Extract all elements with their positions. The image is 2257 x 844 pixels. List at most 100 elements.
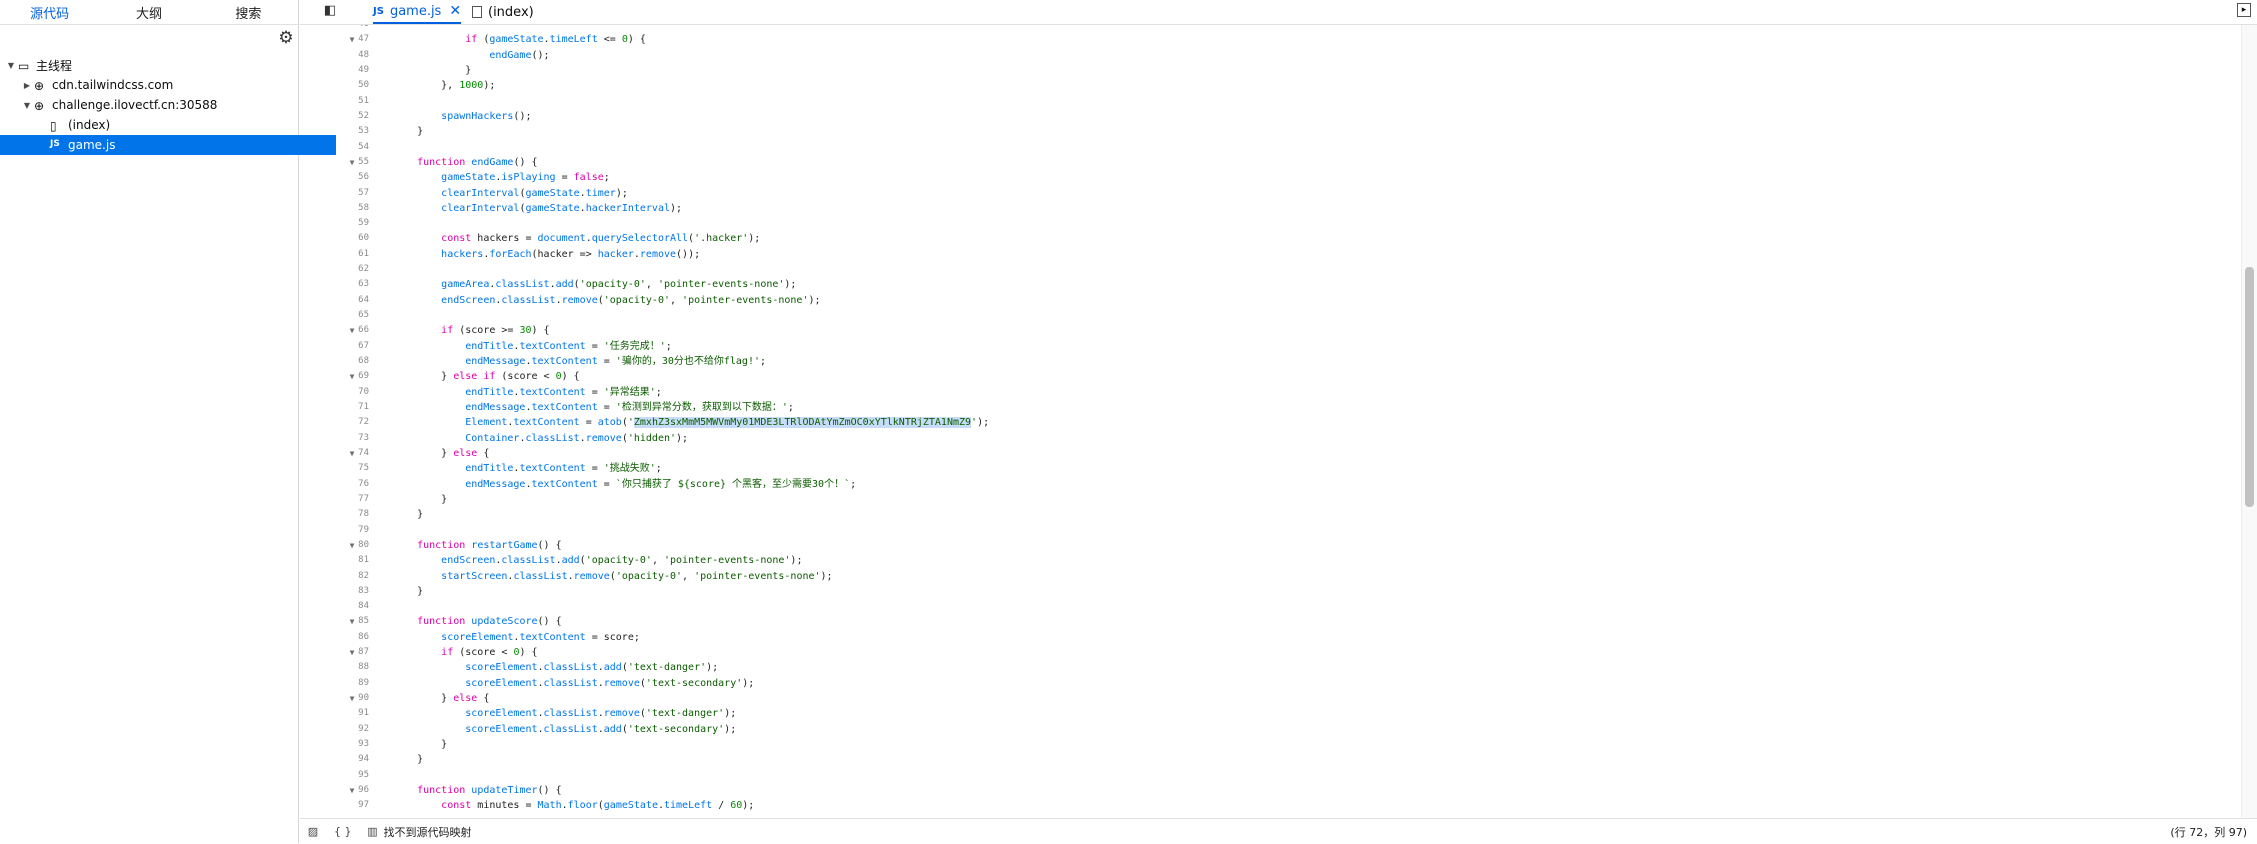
line-number[interactable]: 50 bbox=[300, 78, 369, 93]
fold-chevron-icon[interactable]: ▼ bbox=[347, 538, 357, 553]
line-number[interactable]: 82 bbox=[300, 569, 369, 584]
line-number[interactable]: 86 bbox=[300, 630, 369, 645]
line-number[interactable]: 89 bbox=[300, 676, 369, 691]
code-line[interactable]: 72 Element.textContent = atob('ZmxhZ3sxM… bbox=[300, 415, 2230, 430]
line-number[interactable]: 48 bbox=[300, 48, 369, 63]
line-number[interactable]: 57 bbox=[300, 186, 369, 201]
code-line[interactable]: 92 scoreElement.classList.add('text-seco… bbox=[300, 722, 2230, 737]
code-line[interactable]: 75 endTitle.textContent = '挑战失败'; bbox=[300, 461, 2230, 476]
code-line[interactable]: 66 ▼ if (score >= 30) { bbox=[300, 323, 2230, 338]
fold-chevron-icon[interactable]: ▼ bbox=[347, 691, 357, 706]
pretty-print-toggle-icon[interactable]: ▨ bbox=[306, 825, 320, 838]
code-line[interactable]: 49 } bbox=[300, 63, 2230, 78]
code-line[interactable]: 51 bbox=[300, 94, 2230, 109]
code-line[interactable]: 56 gameState.isPlaying = false; bbox=[300, 170, 2230, 185]
tree-item[interactable]: ▼ ▭ 主线程 bbox=[0, 55, 304, 75]
line-number[interactable]: 67 bbox=[300, 339, 369, 354]
code-line[interactable]: 58 clearInterval(gameState.hackerInterva… bbox=[300, 201, 2230, 216]
line-number[interactable]: 61 bbox=[300, 247, 369, 262]
fold-chevron-icon[interactable]: ▼ bbox=[347, 645, 357, 660]
code-line[interactable]: 76 endMessage.textContent = `你只捕获了 ${sco… bbox=[300, 477, 2230, 492]
tab-game-js[interactable]: JS game.js ✕ bbox=[373, 0, 462, 24]
tab-index[interactable]: (index) bbox=[472, 0, 534, 24]
line-number[interactable]: 72 bbox=[300, 415, 369, 430]
tree-item[interactable]: JS game.js bbox=[0, 135, 336, 155]
fold-chevron-icon[interactable]: ▼ bbox=[347, 369, 357, 384]
code-line[interactable]: 78 } bbox=[300, 507, 2230, 522]
code-line[interactable]: 91 scoreElement.classList.remove('text-d… bbox=[300, 706, 2230, 721]
line-number[interactable]: 54 bbox=[300, 140, 369, 155]
line-number[interactable]: 62 bbox=[300, 262, 369, 277]
code-line[interactable]: 55 ▼ function endGame() { bbox=[300, 155, 2230, 170]
fold-chevron-icon[interactable]: ▼ bbox=[347, 446, 357, 461]
code-line[interactable]: 64 endScreen.classList.remove('opacity-0… bbox=[300, 293, 2230, 308]
code-line[interactable]: 94 } bbox=[300, 752, 2230, 767]
code-line[interactable]: 84 bbox=[300, 599, 2230, 614]
code-line[interactable]: 89 scoreElement.classList.remove('text-s… bbox=[300, 676, 2230, 691]
code-line[interactable]: 85 ▼ function updateScore() { bbox=[300, 614, 2230, 629]
gear-icon[interactable]: ⚙ bbox=[276, 28, 296, 48]
line-number[interactable]: 60 bbox=[300, 231, 369, 246]
line-number[interactable]: 76 bbox=[300, 477, 369, 492]
code-line[interactable]: 71 endMessage.textContent = '检测到异常分数，获取到… bbox=[300, 400, 2230, 415]
tree-item[interactable]: ▼ ⊕ challenge.ilovectf.cn:30588 bbox=[0, 95, 320, 115]
code-line[interactable]: 81 endScreen.classList.add('opacity-0', … bbox=[300, 553, 2230, 568]
line-number[interactable]: 66 bbox=[300, 323, 369, 338]
line-number[interactable]: 46 bbox=[300, 25, 369, 32]
code-line[interactable]: 93 } bbox=[300, 737, 2230, 752]
code-line[interactable]: 83 } bbox=[300, 584, 2230, 599]
code-line[interactable]: 53 } bbox=[300, 124, 2230, 139]
code-line[interactable]: 88 scoreElement.classList.add('text-dang… bbox=[300, 660, 2230, 675]
line-number[interactable]: 92 bbox=[300, 722, 369, 737]
line-number[interactable]: 49 bbox=[300, 63, 369, 78]
code-line[interactable]: 52 spawnHackers(); bbox=[300, 109, 2230, 124]
code-line[interactable]: 50 }, 1000); bbox=[300, 78, 2230, 93]
line-number[interactable]: 81 bbox=[300, 553, 369, 568]
code-line[interactable]: 60 const hackers = document.querySelecto… bbox=[300, 231, 2230, 246]
line-number[interactable]: 68 bbox=[300, 354, 369, 369]
line-number[interactable]: 75 bbox=[300, 461, 369, 476]
line-number[interactable]: 97 bbox=[300, 798, 369, 813]
line-number[interactable]: 90 bbox=[300, 691, 369, 706]
line-number[interactable]: 73 bbox=[300, 431, 369, 446]
source-map-status[interactable]: 找不到源代码映射 bbox=[384, 824, 472, 840]
code-line[interactable]: 46 bbox=[300, 25, 2230, 32]
vertical-scrollbar[interactable] bbox=[2241, 25, 2257, 818]
line-number[interactable]: 58 bbox=[300, 201, 369, 216]
line-number[interactable]: 65 bbox=[300, 308, 369, 323]
code-line[interactable]: 70 endTitle.textContent = '异常结果'; bbox=[300, 385, 2230, 400]
code-line[interactable]: 57 clearInterval(gameState.timer); bbox=[300, 186, 2230, 201]
code-line[interactable]: 63 gameArea.classList.add('opacity-0', '… bbox=[300, 277, 2230, 292]
code-line[interactable]: 69 ▼ } else if (score < 0) { bbox=[300, 369, 2230, 384]
tab-sources[interactable]: 源代码 bbox=[0, 0, 99, 24]
fold-chevron-icon[interactable]: ▼ bbox=[347, 783, 357, 798]
line-number[interactable]: 74 bbox=[300, 446, 369, 461]
code-line[interactable]: 65 bbox=[300, 308, 2230, 323]
chevron-right-icon[interactable]: ▶ bbox=[22, 81, 32, 90]
scrollbar-thumb[interactable] bbox=[2245, 267, 2254, 507]
code-line[interactable]: 74 ▼ } else { bbox=[300, 446, 2230, 461]
fold-chevron-icon[interactable]: ▼ bbox=[347, 614, 357, 629]
code-line[interactable]: 77 } bbox=[300, 492, 2230, 507]
tree-item[interactable]: ▶ ⊕ cdn.tailwindcss.com bbox=[0, 75, 320, 95]
line-number[interactable]: 69 bbox=[300, 369, 369, 384]
code-line[interactable]: 97 const minutes = Math.floor(gameState.… bbox=[300, 798, 2230, 813]
code-line[interactable]: 87 ▼ if (score < 0) { bbox=[300, 645, 2230, 660]
pretty-print-icon[interactable]: { } bbox=[334, 825, 352, 838]
code-line[interactable]: 95 bbox=[300, 768, 2230, 783]
code-line[interactable]: 86 scoreElement.textContent = score; bbox=[300, 630, 2230, 645]
line-number[interactable]: 63 bbox=[300, 277, 369, 292]
chevron-down-icon[interactable]: ▼ bbox=[22, 101, 32, 110]
code-line[interactable]: 62 bbox=[300, 262, 2230, 277]
line-number[interactable]: 93 bbox=[300, 737, 369, 752]
line-number[interactable]: 88 bbox=[300, 660, 369, 675]
fold-chevron-icon[interactable]: ▼ bbox=[347, 32, 357, 47]
line-number[interactable]: 47 bbox=[300, 32, 369, 47]
line-number[interactable]: 52 bbox=[300, 109, 369, 124]
code-line[interactable]: 67 endTitle.textContent = '任务完成！'; bbox=[300, 339, 2230, 354]
line-number[interactable]: 87 bbox=[300, 645, 369, 660]
line-number[interactable]: 94 bbox=[300, 752, 369, 767]
line-number[interactable]: 83 bbox=[300, 584, 369, 599]
code-editor[interactable]: 4647▼ if (gameState.timeLeft <= 0) {48 e… bbox=[300, 25, 2241, 818]
code-line[interactable]: 73 Container.classList.remove('hidden'); bbox=[300, 431, 2230, 446]
